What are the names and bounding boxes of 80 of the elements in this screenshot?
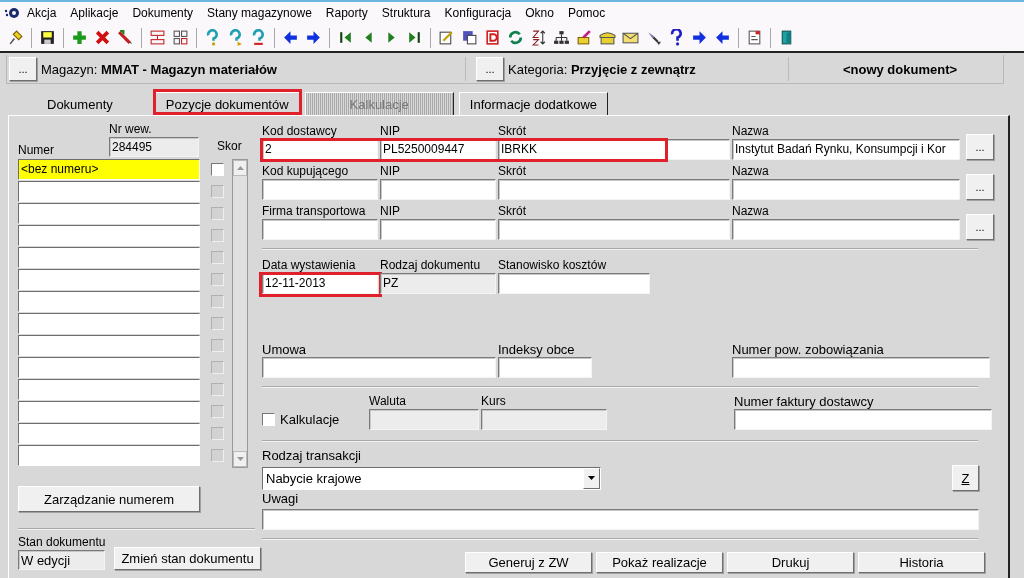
field-label: Kurs (481, 394, 507, 409)
warehouse-label: Magazyn: MMAT - Magazyn materiałów (41, 61, 277, 77)
field-label: Skrót (498, 124, 527, 139)
tab[interactable]: Dokumenty (10, 92, 150, 115)
field-label: Stanowisko kosztów (498, 258, 608, 273)
field-label: Nazwa (732, 204, 770, 219)
field-label: Skrót (498, 164, 527, 179)
checkbox[interactable] (262, 413, 275, 426)
picker-button[interactable]: ... (966, 214, 994, 240)
text-field[interactable] (732, 179, 960, 200)
menu-item[interactable]: Akcja (20, 6, 64, 20)
notes-field[interactable] (262, 509, 979, 530)
menu-item[interactable]: Aplikacje (63, 6, 126, 20)
status-field[interactable]: W edycji (18, 550, 106, 570)
field-label: Waluta (369, 394, 407, 409)
text-field[interactable]: Instytut Badań Rynku, Konsumpcji i Kor (732, 139, 960, 160)
text-field[interactable] (262, 179, 378, 200)
field-label: Firma transportowa (262, 204, 367, 219)
transaction-type-dropdown[interactable]: Nabycie krajowe (262, 466, 601, 490)
picker-button[interactable]: ... (966, 134, 994, 160)
menu-item[interactable]: Raporty (318, 6, 375, 20)
text-field[interactable] (262, 219, 378, 240)
category-label: Kategoria: Przyjęcie z zewnątrz (508, 61, 696, 77)
field-label: NIP (380, 124, 401, 139)
picker-button[interactable]: ... (966, 174, 994, 200)
contract-field[interactable] (262, 357, 496, 378)
field-label: Uwagi (262, 491, 300, 506)
menu-item[interactable]: Dokumenty (125, 6, 201, 20)
menu-item[interactable]: Okno (518, 6, 561, 20)
field-label: Nr wew. (109, 122, 153, 137)
tab[interactable]: Informacje dodatkowe (458, 92, 609, 115)
text-field[interactable] (732, 219, 960, 240)
number-column-header: Numer (18, 143, 55, 158)
menu-item[interactable]: Struktura (374, 6, 438, 20)
change-status-button[interactable]: Zmień stan dokumentu (114, 547, 261, 570)
menu-item[interactable]: Konfiguracja (437, 6, 519, 20)
exchange-rate-field[interactable] (481, 409, 607, 430)
field-label: NIP (380, 204, 401, 219)
liability-number-field[interactable] (732, 357, 990, 378)
app-logo-icon (4, 5, 20, 21)
text-field[interactable] (498, 273, 650, 294)
foreign-index-field[interactable] (498, 357, 592, 378)
field-label: Skrót (498, 204, 527, 219)
field-label: Kod dostawcy (262, 124, 338, 139)
text-field[interactable] (380, 179, 496, 200)
field-label: Stan dokumentu (18, 534, 106, 550)
field-label: NIP (380, 164, 401, 179)
text-field[interactable]: 12-11-2013 (262, 273, 378, 294)
internal-number-field[interactable]: 284495 (109, 137, 199, 157)
text-field[interactable] (498, 179, 730, 200)
checkbox-label: Kalkulacje (280, 412, 340, 427)
text-field[interactable] (498, 219, 730, 240)
menu-item[interactable]: Pomoc (560, 6, 613, 20)
dropdown-value: Nabycie krajowe (265, 469, 363, 488)
field-label: Kod kupującego (262, 164, 350, 179)
field-label: Indeksy obce (498, 342, 576, 357)
field-label: Numer pow. zobowiązania (732, 342, 885, 357)
category-picker-button[interactable]: ... (476, 57, 504, 81)
menu-item[interactable]: Stany magazynowe (200, 6, 319, 20)
list-row[interactable]: <bez numeru> (18, 159, 200, 180)
manage-number-button[interactable]: Zarządzanie numerem (18, 486, 200, 512)
field-label: Rodzaj dokumentu (380, 258, 482, 273)
field-label: Data wystawienia (262, 258, 357, 273)
field-label: Nazwa (732, 124, 770, 139)
text-field[interactable] (380, 219, 496, 240)
tab[interactable]: Pozycje dokumentów (154, 92, 300, 115)
action-button[interactable]: Generuj z ZW (465, 552, 592, 573)
document-title: <nowy dokument> (841, 61, 959, 77)
field-label: Rodzaj transakcji (262, 448, 362, 463)
invoice-number-field[interactable] (734, 409, 992, 430)
checkbox[interactable] (210, 163, 224, 176)
action-button[interactable]: Historia (858, 552, 985, 573)
action-button[interactable]: Drukuj (727, 552, 854, 573)
action-button[interactable]: Pokaż realizacje (596, 552, 723, 573)
field-label: Umowa (262, 342, 308, 357)
currency-field[interactable] (369, 409, 479, 430)
field-label: Nazwa (732, 164, 770, 179)
z-button[interactable]: Z (952, 465, 979, 491)
field-label: Numer faktury dostawcy (734, 394, 875, 409)
warehouse-picker-button[interactable]: ... (9, 57, 37, 81)
